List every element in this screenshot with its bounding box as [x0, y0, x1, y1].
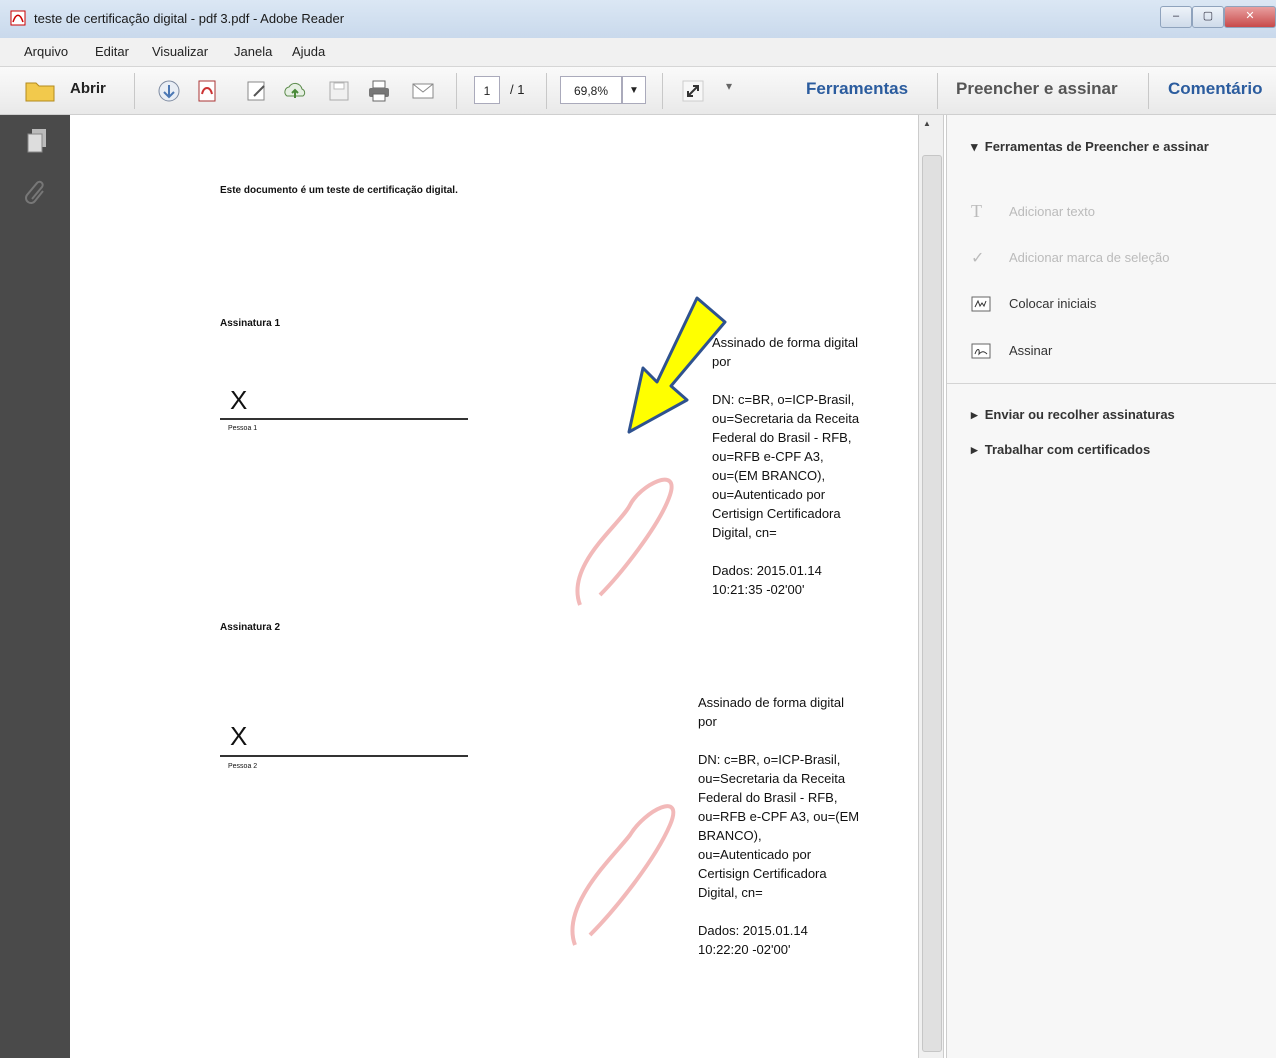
- yellow-arrow-annotation: [627, 296, 727, 434]
- send-collect-signatures-title: Enviar ou recolher assinaturas: [984, 407, 1175, 422]
- tools-tab[interactable]: Ferramentas: [806, 79, 908, 99]
- cloud-upload-icon[interactable]: [282, 78, 308, 104]
- toolbar: Abrir 1 / 1 69,8% ▼ ▾ Ferramentas Preenc…: [0, 67, 1276, 115]
- menu-ajuda[interactable]: Ajuda: [292, 44, 325, 59]
- print-icon[interactable]: [366, 78, 392, 104]
- zoom-input[interactable]: 69,8%: [560, 76, 622, 104]
- signature-2-line: [220, 755, 468, 757]
- sign-item[interactable]: Assinar: [1009, 343, 1052, 358]
- toolbar-separator: [134, 73, 135, 109]
- add-checkmark-item[interactable]: Adicionar marca de seleção: [1009, 250, 1169, 265]
- checkmark-icon: ✓: [971, 250, 985, 267]
- toolbar-separator: [662, 73, 663, 109]
- page-thumbnails-icon[interactable]: [24, 127, 50, 157]
- signature-1-watermark: [575, 477, 674, 606]
- menu-arquivo[interactable]: Arquivo: [24, 44, 68, 59]
- document-intro: Este documento é um teste de certificaçã…: [220, 185, 458, 196]
- send-collect-signatures-section[interactable]: ▸ Enviar ou recolher assinaturas: [971, 407, 1175, 423]
- fill-sign-panel: ▾ Ferramentas de Preencher e assinar T A…: [946, 115, 1276, 1058]
- toolbar-separator: [1148, 73, 1149, 109]
- certificates-title: Trabalhar com certificados: [984, 442, 1151, 457]
- close-button[interactable]: ✕: [1224, 6, 1276, 28]
- minimize-button[interactable]: –: [1160, 6, 1192, 28]
- fill-sign-tools-title: Ferramentas de Preencher e assinar: [984, 139, 1209, 154]
- window-controls: – ▢ ✕: [1160, 6, 1276, 28]
- scroll-up-icon[interactable]: ▲: [923, 119, 931, 128]
- save-icon[interactable]: [326, 78, 352, 104]
- scroll-thumb[interactable]: [922, 155, 942, 1052]
- maximize-button[interactable]: ▢: [1192, 6, 1224, 28]
- email-icon[interactable]: [410, 78, 436, 104]
- edit-pdf-icon[interactable]: [244, 78, 270, 104]
- document-viewer[interactable]: Este documento é um teste de certificaçã…: [70, 115, 916, 1058]
- page-number-input[interactable]: 1: [474, 76, 500, 104]
- menu-janela[interactable]: Janela: [234, 44, 272, 59]
- add-text-item[interactable]: Adicionar texto: [1009, 204, 1095, 219]
- fit-page-icon[interactable]: [680, 78, 706, 104]
- panel-divider: [947, 383, 1276, 384]
- text-icon: T: [971, 201, 982, 221]
- menu-editar[interactable]: Editar: [95, 44, 129, 59]
- menu-bar: Arquivo Editar Visualizar Janela Ajuda: [0, 38, 1276, 67]
- certificates-section[interactable]: ▸ Trabalhar com certificados: [971, 442, 1150, 458]
- adobe-pdf-icon: [10, 10, 26, 26]
- fill-sign-tools-header[interactable]: ▾ Ferramentas de Preencher e assinar: [971, 139, 1209, 155]
- zoom-dropdown-button[interactable]: ▼: [622, 76, 646, 104]
- signature-1-person: Pessoa 1: [228, 425, 258, 432]
- window-title: teste de certificação digital - pdf 3.pd…: [34, 11, 345, 26]
- signature-2-watermark: [570, 804, 676, 946]
- signature-2-person: Pessoa 2: [228, 763, 258, 770]
- toolbar-separator: [937, 73, 938, 109]
- collapsed-triangle-icon: ▸: [971, 407, 985, 422]
- toolbar-separator: [546, 73, 547, 109]
- create-pdf-icon[interactable]: [156, 78, 182, 104]
- export-pdf-icon[interactable]: [194, 78, 220, 104]
- toolbar-overflow-icon[interactable]: ▾: [726, 79, 732, 93]
- fill-sign-tab[interactable]: Preencher e assinar: [956, 79, 1118, 99]
- folder-open-icon[interactable]: [24, 77, 58, 103]
- signature-2-mark: X: [230, 721, 248, 751]
- vertical-scrollbar[interactable]: ▲: [918, 115, 944, 1058]
- menu-visualizar[interactable]: Visualizar: [152, 44, 208, 59]
- attachment-icon[interactable]: [24, 177, 50, 207]
- toolbar-separator: [456, 73, 457, 109]
- signature-1-heading: Assinatura 1: [220, 318, 281, 329]
- signature-2-block: Assinado de forma digital por DN: c=BR, …: [698, 695, 860, 957]
- navigation-pane: [0, 115, 70, 1058]
- signature-1-mark: X: [230, 385, 248, 415]
- expanded-triangle-icon: ▾: [971, 139, 985, 154]
- title-bar: teste de certificação digital - pdf 3.pd…: [0, 0, 1276, 39]
- collapsed-triangle-icon: ▸: [971, 442, 985, 457]
- signature-2-heading: Assinatura 2: [220, 622, 281, 633]
- signature-1-line: [220, 418, 468, 420]
- open-button[interactable]: Abrir: [70, 80, 106, 97]
- initials-icon: [971, 296, 991, 312]
- comment-tab[interactable]: Comentário: [1168, 79, 1262, 99]
- place-initials-item[interactable]: Colocar iniciais: [1009, 296, 1096, 311]
- sign-icon: [971, 343, 991, 359]
- page-total: / 1: [510, 82, 525, 97]
